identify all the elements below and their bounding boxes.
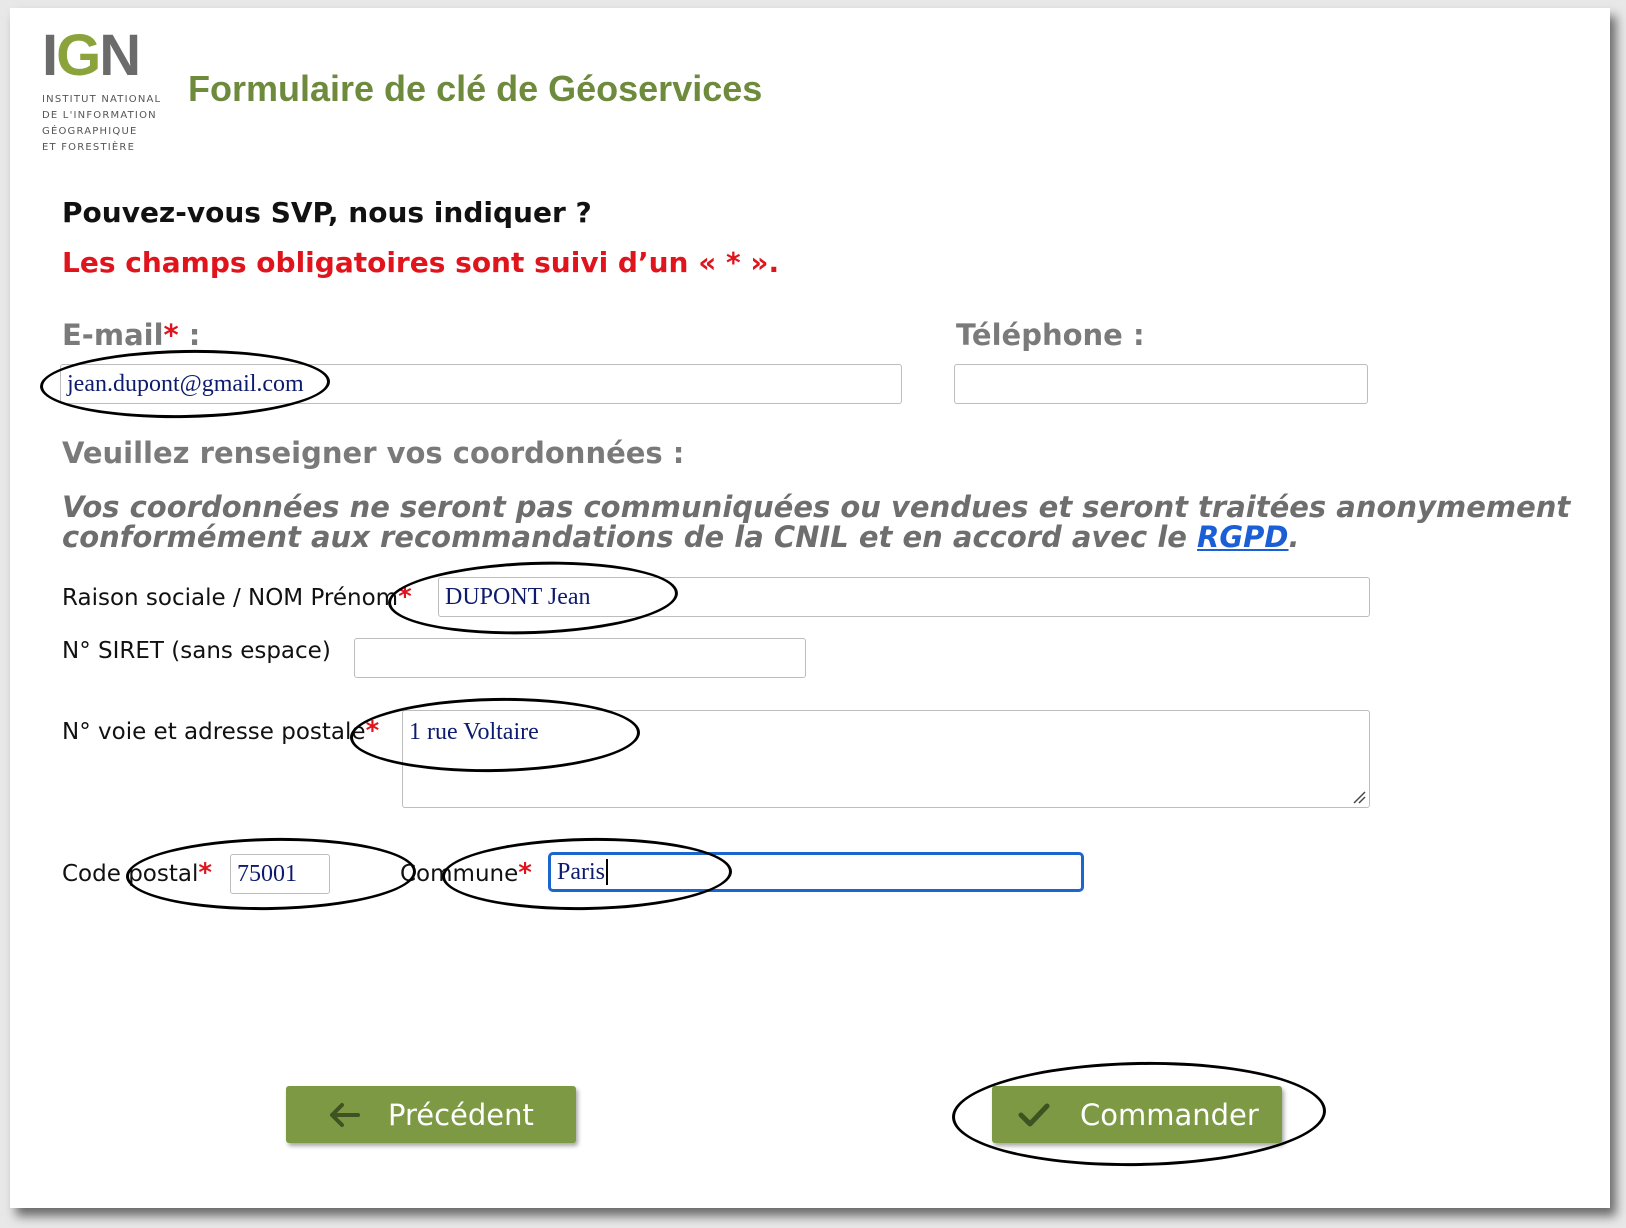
coordinates-heading: Veuillez renseigner vos coordonnées : [62, 436, 685, 470]
page-title: Formulaire de clé de Géoservices [188, 68, 763, 109]
address-label-text: N° voie et adresse postale [62, 719, 366, 745]
company-label: Raison sociale / NOM Prénom* [62, 582, 412, 612]
city-field[interactable]: Paris [548, 852, 1084, 892]
email-value: jean.dupont@gmail.com [67, 370, 304, 397]
text-caret [606, 859, 608, 885]
logo-line: INSTITUT NATIONAL [42, 94, 162, 105]
postal-code-value: 75001 [237, 860, 297, 887]
logo-line: DE L'INFORMATION [42, 110, 157, 121]
siret-label: N° SIRET (sans espace) [62, 638, 331, 664]
email-label: E-mail* : [62, 318, 200, 352]
privacy-end: . [1288, 520, 1300, 554]
required-star: * [518, 858, 532, 888]
logo-mark: IGN [42, 23, 141, 88]
company-label-text: Raison sociale / NOM Prénom [62, 585, 399, 611]
order-button-label: Commander [1080, 1097, 1259, 1132]
phone-label: Téléphone : [956, 318, 1145, 352]
postal-code-label-text: Code postal [62, 861, 199, 887]
privacy-notice: Vos coordonnées ne seront pas communiqué… [62, 492, 1602, 552]
required-star: * [398, 582, 412, 612]
company-name-field[interactable]: DUPONT Jean [438, 577, 1370, 617]
address-value: 1 rue Voltaire [409, 719, 539, 745]
city-label: Commune* [400, 858, 532, 888]
required-star: * [163, 318, 179, 352]
required-star: * [365, 716, 380, 746]
city-value: Paris [557, 858, 605, 885]
arrow-left-icon [326, 1102, 362, 1128]
resize-grip-icon[interactable] [1352, 790, 1366, 804]
email-field[interactable]: jean.dupont@gmail.com [60, 364, 902, 404]
postal-code-field[interactable]: 75001 [230, 854, 330, 894]
required-star: * [198, 858, 212, 888]
company-name-value: DUPONT Jean [445, 583, 591, 610]
checkmark-icon [1016, 1102, 1052, 1128]
intro-question: Pouvez-vous SVP, nous indiquer ? [62, 196, 592, 229]
postal-code-label: Code postal* [62, 858, 212, 888]
required-fields-note: Les champs obligatoires sont suivi d’un … [62, 246, 780, 279]
logo-line: GÉOGRAPHIQUE [42, 126, 138, 137]
previous-button-label: Précédent [388, 1097, 534, 1132]
siret-field[interactable] [354, 638, 806, 678]
phone-field[interactable] [954, 364, 1368, 404]
form-page: IGN INSTITUT NATIONAL DE L'INFORMATION G… [10, 8, 1610, 1208]
logo-line: ET FORESTIÈRE [42, 142, 136, 153]
email-label-colon: : [178, 318, 201, 352]
address-textarea[interactable]: 1 rue Voltaire [402, 710, 1370, 808]
ign-logo: IGN [42, 23, 141, 88]
previous-button[interactable]: Précédent [286, 1086, 576, 1143]
privacy-text: Vos coordonnées ne seront pas communiqué… [62, 490, 1571, 554]
rgpd-link[interactable]: RGPD [1197, 520, 1288, 554]
email-label-text: E-mail [62, 318, 164, 352]
order-button[interactable]: Commander [992, 1086, 1282, 1143]
city-label-text: Commune [400, 861, 519, 887]
logo-subtitle: INSTITUT NATIONAL DE L'INFORMATION GÉOGR… [42, 92, 161, 156]
address-label: N° voie et adresse postale* [62, 716, 379, 746]
